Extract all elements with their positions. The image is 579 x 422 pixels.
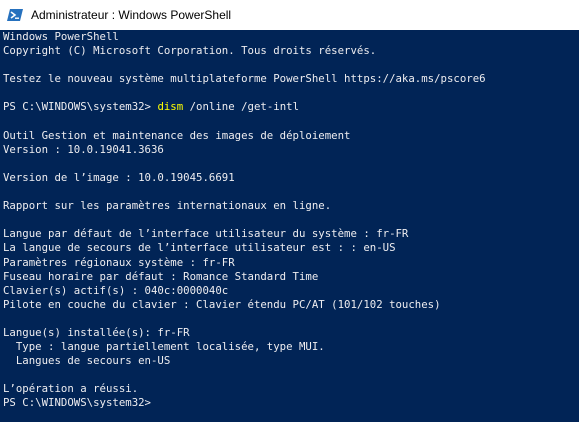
window-title: Administrateur : Windows PowerShell xyxy=(31,8,232,22)
command-args: /online /get-intl xyxy=(183,100,300,114)
console-line: Copyright (C) Microsoft Corporation. Tou… xyxy=(3,44,377,58)
console-line: Type : langue partiellement localisée, t… xyxy=(3,340,325,354)
console-line: Version : 10.0.19041.3636 xyxy=(3,142,164,156)
console-line: Windows PowerShell xyxy=(3,30,119,43)
console-line: Rapport sur les paramètres internationau… xyxy=(3,199,332,213)
console-output[interactable]: Windows PowerShell Copyright (C) Microsof… xyxy=(0,30,579,422)
console-lines: Windows PowerShell Copyright (C) Microsof… xyxy=(3,30,486,411)
console-line: Langue par défaut de l’interface utilisa… xyxy=(3,227,409,241)
prompt-text: PS C:\WINDOWS\system32> xyxy=(3,100,158,114)
console-line: Version de l’image : 10.0.19045.6691 xyxy=(3,170,235,184)
console-line: Langue(s) installée(s): fr-FR xyxy=(3,325,190,339)
command-name: dism xyxy=(157,100,184,114)
console-line: L’opération a réussi. xyxy=(3,382,139,396)
powershell-icon xyxy=(7,7,23,23)
powershell-window: Administrateur : Windows PowerShell Wind… xyxy=(0,0,579,422)
title-bar[interactable]: Administrateur : Windows PowerShell xyxy=(0,0,579,30)
console-line: Fuseau horaire par défaut : Romance Stan… xyxy=(3,269,319,283)
console-line: Pilote en couche du clavier : Clavier ét… xyxy=(3,297,441,311)
console-line: Testez le nouveau système multiplateform… xyxy=(3,72,486,86)
console-line: La langue de secours de l’interface util… xyxy=(3,241,396,255)
command-line: PS C:\WINDOWS\system32> dism /online /ge… xyxy=(3,100,486,114)
console-line: Langues de secours en-US xyxy=(3,354,171,368)
console-line: Outil Gestion et maintenance des images … xyxy=(3,128,351,142)
console-line: PS C:\WINDOWS\system32> xyxy=(3,396,151,410)
console-line: Paramètres régionaux système : fr-FR xyxy=(3,255,235,269)
console-line: Clavier(s) actif(s) : 040c:0000040c xyxy=(3,283,229,297)
